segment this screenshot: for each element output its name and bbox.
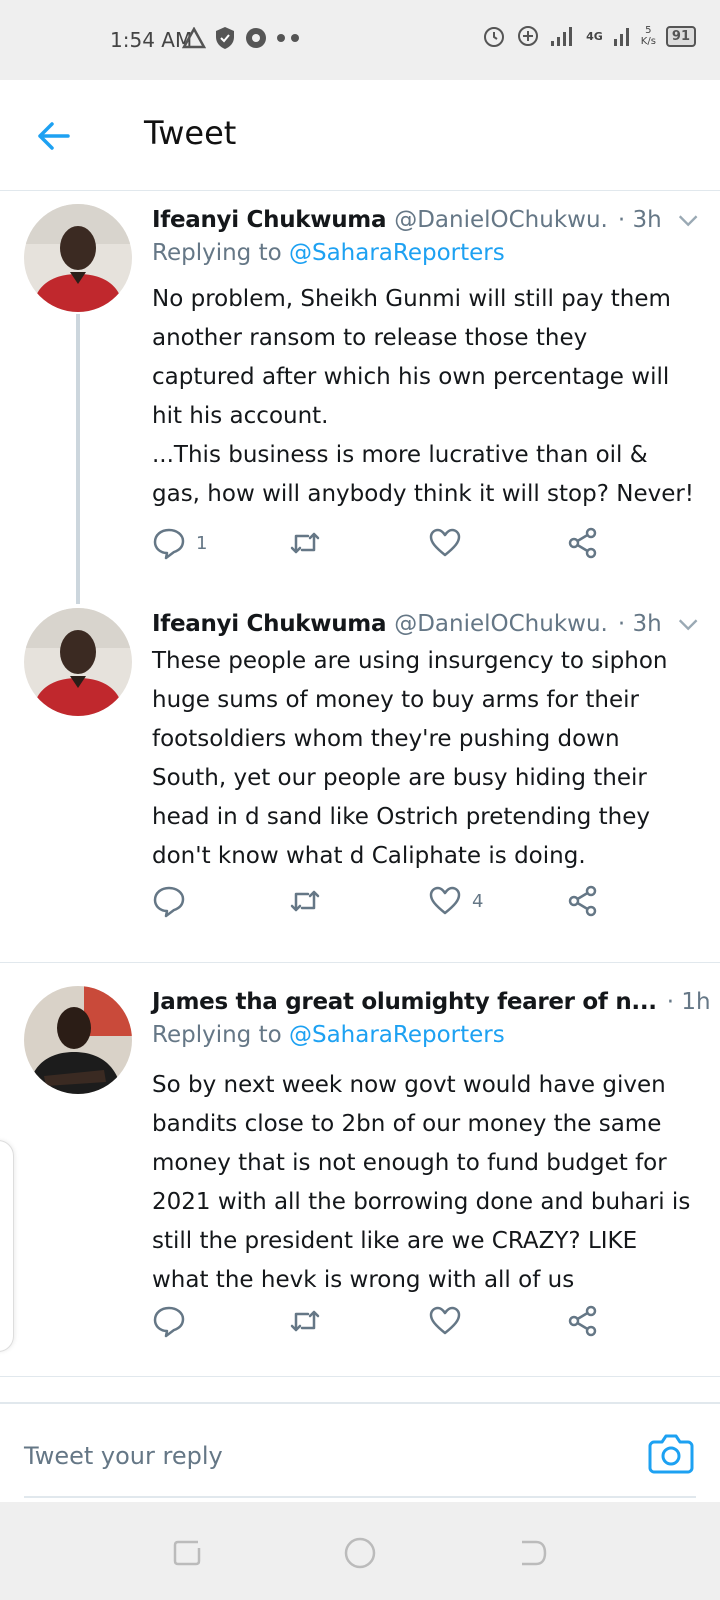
replying-to-link[interactable]: @SaharaReporters <box>289 1022 505 1048</box>
heart-icon <box>429 886 461 915</box>
edge-panel-handle[interactable] <box>0 1140 14 1352</box>
tweet-paragraph: These people are using insurgency to sip… <box>152 648 668 869</box>
tweet-header: James tha great olumighty fearer of n...… <box>152 984 711 1020</box>
status-bar: 1:54 AM 4G 5 K/s 91 <box>0 0 720 80</box>
tweet-text: These people are using insurgency to sip… <box>152 642 696 876</box>
share-button[interactable] <box>566 884 600 918</box>
like-button[interactable] <box>428 526 472 560</box>
reply-count: 1 <box>196 532 208 554</box>
comment-icon <box>153 1306 185 1338</box>
tweet-header: Ifeanyi Chukwuma @DanielOChukwu... · 3h <box>152 606 700 642</box>
like-count: 4 <box>472 890 484 912</box>
tweet-2[interactable]: Ifeanyi Chukwuma @DanielOChukwu... · 3h … <box>0 606 720 946</box>
share-button[interactable] <box>566 526 600 560</box>
author-name[interactable]: Ifeanyi Chukwuma <box>152 611 386 637</box>
share-icon <box>568 1305 597 1337</box>
chevron-down-icon[interactable] <box>676 611 700 637</box>
share-icon <box>568 885 597 917</box>
tweet-3[interactable]: James tha great olumighty fearer of n...… <box>0 984 720 1354</box>
tweet-text: So by next week now govt would have give… <box>152 1066 696 1300</box>
reply-composer: Tweet your reply <box>0 1402 720 1504</box>
shield-icon <box>216 27 234 49</box>
retweet-icon <box>290 890 320 912</box>
tweet-paragraph: ...This business is more lucrative than … <box>152 442 695 507</box>
author-handle[interactable]: @DanielOChukwu... <box>394 207 608 233</box>
retweet-button[interactable] <box>288 1304 332 1338</box>
back-nav-icon[interactable] <box>516 1536 550 1570</box>
tweet-header: Ifeanyi Chukwuma @DanielOChukwu... · 3h <box>152 202 700 238</box>
speed-unit: K/s <box>640 36 656 47</box>
divider <box>0 962 720 963</box>
tweet-actions <box>152 1304 632 1344</box>
divider <box>0 1376 720 1377</box>
reply-input[interactable]: Tweet your reply <box>24 1442 223 1470</box>
tweet-actions: 4 <box>152 884 632 924</box>
replying-to: Replying to @SaharaReporters <box>152 1022 505 1048</box>
avatar-image <box>24 608 132 716</box>
author-handle[interactable]: @DanielOChukwu... <box>394 611 608 637</box>
heart-icon <box>429 528 461 557</box>
network-type: 4G <box>586 29 603 43</box>
thread-line <box>76 314 80 604</box>
reply-button[interactable]: 1 <box>152 526 207 560</box>
retweet-button[interactable] <box>288 526 332 560</box>
data-saver-icon <box>518 26 539 46</box>
retweet-icon <box>290 532 320 554</box>
heart-icon <box>429 1306 461 1335</box>
retweet-button[interactable] <box>288 884 332 918</box>
alarm-icon <box>484 27 505 47</box>
tweet-paragraph: No problem, Sheikh Gunmi will still pay … <box>152 286 671 429</box>
author-name[interactable]: Ifeanyi Chukwuma <box>152 207 386 233</box>
status-time: 1:54 AM <box>110 28 193 52</box>
more-dots-icon <box>277 34 299 42</box>
tweet-paragraph: So by next week now govt would have give… <box>152 1072 691 1293</box>
signal-icon-2 <box>613 28 629 46</box>
chevron-down-icon[interactable] <box>676 207 700 233</box>
reply-underline <box>24 1496 696 1498</box>
tweet-time: · 1h <box>666 989 711 1015</box>
home-icon[interactable] <box>343 1536 377 1570</box>
author-name[interactable]: James tha great olumighty fearer of n... <box>152 989 657 1015</box>
reply-button[interactable] <box>152 1304 196 1338</box>
retweet-icon <box>290 1310 320 1332</box>
tweet-time: · 3h <box>617 611 662 637</box>
signal-icon <box>551 27 573 46</box>
share-button[interactable] <box>566 1304 600 1338</box>
comment-icon <box>153 886 185 918</box>
arrow-left-icon[interactable] <box>34 116 74 156</box>
camera-icon[interactable] <box>648 1432 694 1474</box>
avatar[interactable] <box>24 608 132 716</box>
tweet-text: No problem, Sheikh Gunmi will still pay … <box>152 280 696 514</box>
speed-value: 5 <box>645 25 652 36</box>
reply-button[interactable] <box>152 884 196 918</box>
status-right-icons: 4G 5 K/s 91 <box>482 24 696 48</box>
recent-apps-icon[interactable] <box>170 1536 204 1570</box>
warning-icon <box>182 27 206 49</box>
replying-to: Replying to @SaharaReporters <box>152 240 505 266</box>
comment-icon <box>153 528 185 560</box>
like-button[interactable] <box>428 1304 472 1338</box>
avatar[interactable] <box>24 986 132 1094</box>
tweet-1[interactable]: Ifeanyi Chukwuma @DanielOChukwu... · 3h … <box>0 202 720 604</box>
avatar-image <box>24 986 132 1094</box>
system-nav-bar <box>0 1502 720 1600</box>
avatar-image <box>24 204 132 312</box>
network-speed: 5 K/s <box>641 25 656 47</box>
tweet-time: · 3h <box>617 207 662 233</box>
chrome-icon <box>246 28 266 48</box>
tweet-actions: 1 <box>152 526 632 566</box>
replying-prefix: Replying to <box>152 1022 282 1048</box>
like-button[interactable]: 4 <box>428 884 483 918</box>
avatar[interactable] <box>24 204 132 312</box>
battery-indicator: 91 <box>665 25 696 47</box>
top-app-bar: Tweet <box>0 80 720 191</box>
share-icon <box>568 527 597 559</box>
replying-prefix: Replying to <box>152 240 282 266</box>
replying-to-link[interactable]: @SaharaReporters <box>289 240 505 266</box>
status-left-icons <box>182 26 302 50</box>
page-title: Tweet <box>144 114 237 152</box>
